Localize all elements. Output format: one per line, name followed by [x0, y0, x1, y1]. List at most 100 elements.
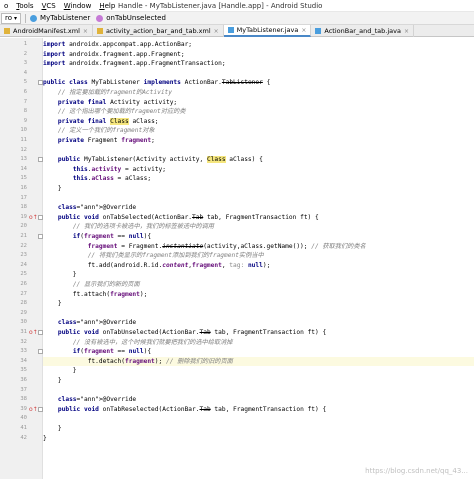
close-icon[interactable]: ×: [301, 27, 306, 34]
line-number[interactable]: 26: [0, 280, 27, 290]
code-line[interactable]: }: [43, 366, 474, 376]
code-line[interactable]: import androidx.appcompat.app.ActionBar;: [43, 40, 474, 50]
line-number[interactable]: 4: [0, 69, 27, 79]
code-line[interactable]: import androidx.fragment.app.Fragment;: [43, 50, 474, 60]
code-line[interactable]: [43, 194, 474, 204]
code-line[interactable]: }: [43, 299, 474, 309]
line-number[interactable]: 18: [0, 203, 27, 213]
tab-actionbar-and-tab-java[interactable]: ActionBar_and_tab.java ×: [311, 25, 414, 37]
code-line[interactable]: public MyTabListener(Activity activity, …: [43, 155, 474, 165]
code-line[interactable]: // 这个指出哪个要加载的fragment对应的类: [43, 107, 474, 117]
line-number[interactable]: 23: [0, 251, 27, 261]
tab-androidmanifest-xml[interactable]: AndroidManifest.xml ×: [0, 25, 93, 37]
close-icon[interactable]: ×: [404, 28, 409, 35]
code-line[interactable]: // 没有被选中，这个时候我们就要把我们的选中给取消掉: [43, 338, 474, 348]
code-line[interactable]: fragment = Fragment.instantiate(activity…: [43, 242, 474, 252]
code-line[interactable]: [43, 309, 474, 319]
code-line[interactable]: }: [43, 184, 474, 194]
menu-item-unknown[interactable]: o: [0, 0, 12, 12]
tab-mytablistener-java[interactable]: MyTabListener.java ×: [223, 25, 312, 37]
line-number[interactable]: 27: [0, 290, 27, 300]
code-line[interactable]: private final Class aClass;: [43, 117, 474, 127]
line-number[interactable]: 34: [0, 357, 27, 367]
menu-item-tools[interactable]: Tools: [12, 0, 37, 12]
line-number[interactable]: 38: [0, 395, 27, 405]
line-number[interactable]: 12: [0, 146, 27, 156]
line-number[interactable]: 9: [0, 117, 27, 127]
line-number[interactable]: 7: [0, 98, 27, 108]
code-line[interactable]: public void onTabSelected(ActionBar.Tab …: [43, 213, 474, 223]
code-line[interactable]: public void onTabReselected(ActionBar.Ta…: [43, 405, 474, 415]
code-line[interactable]: [43, 146, 474, 156]
code-line[interactable]: class="ann">@Override: [43, 318, 474, 328]
run-config-select[interactable]: ro ▾: [1, 12, 22, 24]
code-line[interactable]: public class MyTabListener implements Ac…: [43, 78, 474, 88]
line-number[interactable]: 40: [0, 414, 27, 424]
line-number[interactable]: 33: [0, 347, 27, 357]
line-number[interactable]: 16: [0, 184, 27, 194]
code-line[interactable]: private Fragment fragment;: [43, 136, 474, 146]
line-number[interactable]: 17: [0, 194, 27, 204]
code-line[interactable]: this.activity = activity;: [43, 165, 474, 175]
line-number[interactable]: 22: [0, 242, 27, 252]
line-number[interactable]: 13: [0, 155, 27, 165]
line-number[interactable]: 3: [0, 59, 27, 69]
code-line[interactable]: [43, 414, 474, 424]
line-number[interactable]: 28: [0, 299, 27, 309]
line-number[interactable]: 39: [0, 405, 27, 415]
code-line[interactable]: class="ann">@Override: [43, 395, 474, 405]
breadcrumb-class[interactable]: MyTabListener: [30, 14, 90, 22]
code-line[interactable]: if(fragment == null){: [43, 347, 474, 357]
line-number[interactable]: 35: [0, 366, 27, 376]
close-icon[interactable]: ×: [83, 28, 88, 35]
line-number[interactable]: 21: [0, 232, 27, 242]
line-number[interactable]: 42: [0, 434, 27, 444]
line-number[interactable]: 32: [0, 338, 27, 348]
code-line[interactable]: public void onTabUnselected(ActionBar.Ta…: [43, 328, 474, 338]
line-number[interactable]: 29: [0, 309, 27, 319]
code-line[interactable]: if(fragment == null){: [43, 232, 474, 242]
code-area[interactable]: import androidx.appcompat.app.ActionBar;…: [43, 38, 474, 479]
code-line[interactable]: [43, 386, 474, 396]
code-line[interactable]: }: [43, 434, 474, 444]
code-line[interactable]: ft.add(android.R.id.content,fragment, ta…: [43, 261, 474, 271]
code-line[interactable]: }: [43, 270, 474, 280]
code-line[interactable]: ft.attach(fragment);: [43, 290, 474, 300]
override-icon[interactable]: o↑: [29, 329, 38, 337]
line-number[interactable]: 15: [0, 174, 27, 184]
line-number[interactable]: 24: [0, 261, 27, 271]
line-number[interactable]: 36: [0, 376, 27, 386]
code-line[interactable]: // 将我们类显示的fragment添加到我们的fragment实例当中: [43, 251, 474, 261]
line-number[interactable]: 31: [0, 328, 27, 338]
line-number[interactable]: 41: [0, 424, 27, 434]
code-line[interactable]: // 显示我们的新的页面: [43, 280, 474, 290]
line-number[interactable]: 5: [0, 78, 27, 88]
line-number[interactable]: 1: [0, 40, 27, 50]
code-line[interactable]: }: [43, 424, 474, 434]
menu-item-window[interactable]: Window: [60, 0, 96, 12]
code-line[interactable]: // 指定要加载的fragment的Activity: [43, 88, 474, 98]
override-icon[interactable]: o↑: [29, 406, 38, 414]
line-number[interactable]: 14: [0, 165, 27, 175]
breadcrumb-method[interactable]: onTabUnselected: [96, 14, 166, 22]
line-number[interactable]: 20: [0, 222, 27, 232]
override-icon[interactable]: o↑: [29, 214, 38, 222]
line-number[interactable]: 25: [0, 270, 27, 280]
line-number[interactable]: 10: [0, 126, 27, 136]
line-number[interactable]: 8: [0, 107, 27, 117]
menu-item-vcs[interactable]: VCS: [38, 0, 60, 12]
line-number[interactable]: 2: [0, 50, 27, 60]
menu-item-help[interactable]: Help: [95, 0, 119, 12]
code-line[interactable]: // 我们的选项卡被选中，我们的标签被选中的调用: [43, 222, 474, 232]
line-number[interactable]: 6: [0, 88, 27, 98]
code-line[interactable]: // 定义一个我们的fragment对象: [43, 126, 474, 136]
code-editor[interactable]: 1 2 3 4 5 6 7 8 9 10 11 12 13 14 15 16 17 18 19 20 21 22 23 24 2…: [0, 38, 474, 479]
code-line[interactable]: ft.detach(fragment); // 删除我们的旧的页面: [43, 356, 474, 367]
code-line[interactable]: this.aClass = aClass;: [43, 174, 474, 184]
close-icon[interactable]: ×: [214, 28, 219, 35]
code-line[interactable]: }: [43, 376, 474, 386]
code-line[interactable]: class="ann">@Override: [43, 203, 474, 213]
line-gutter[interactable]: 1 2 3 4 5 6 7 8 9 10 11 12 13 14 15 16 17 18 19 20 21 22 23 24 2…: [0, 38, 43, 479]
line-number[interactable]: 37: [0, 386, 27, 396]
code-line[interactable]: [43, 69, 474, 79]
